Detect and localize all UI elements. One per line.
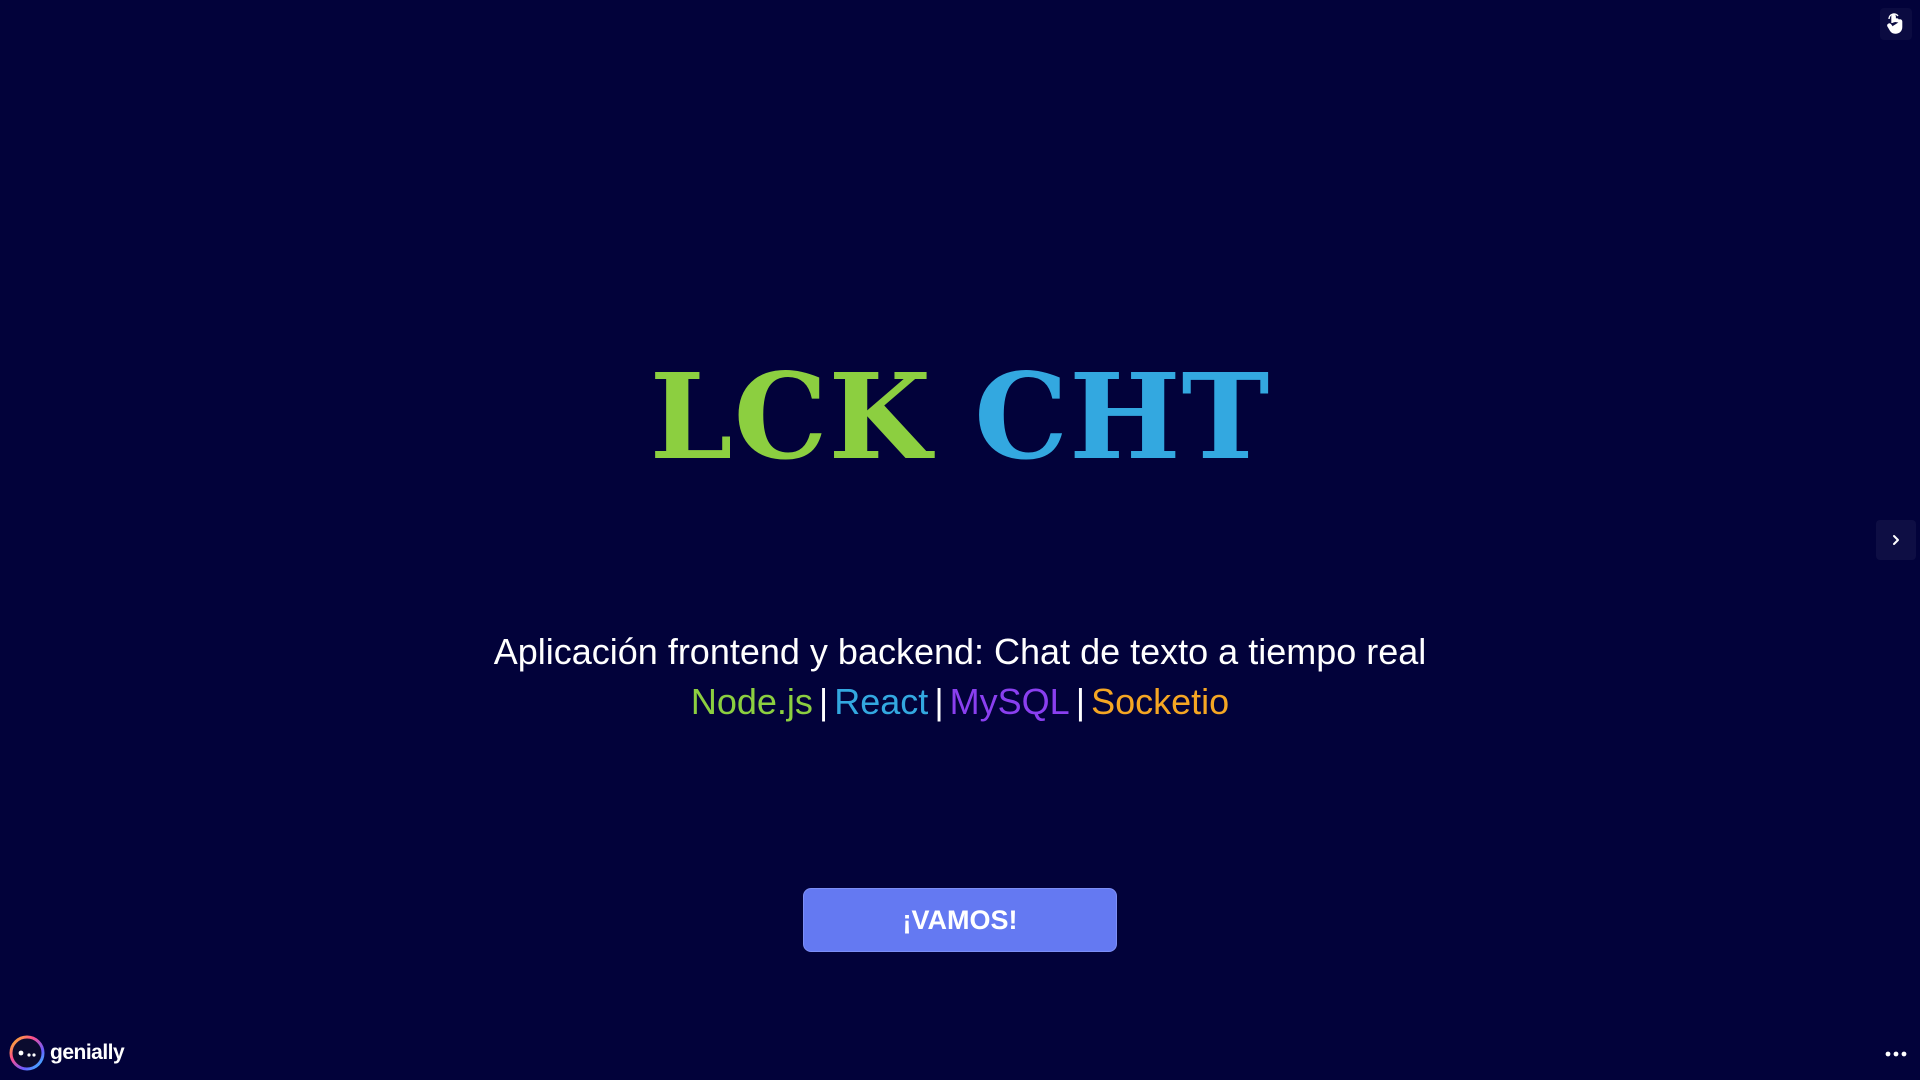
hand-pointer-icon	[1887, 13, 1903, 34]
tech-stack-line: Node.js | React | MySQL | Socketio	[0, 680, 1920, 724]
subtitle: Aplicación frontend y backend: Chat de t…	[493, 631, 1427, 672]
title-word-cht: CHT	[974, 347, 1271, 486]
genially-brand-link[interactable]: genially	[8, 1034, 125, 1072]
next-page-button[interactable]	[1876, 520, 1916, 560]
tech-react: React	[834, 681, 929, 722]
tech-socketio: Socketio	[1091, 681, 1230, 722]
interactivity-hand-button[interactable]	[1880, 8, 1912, 40]
vamos-button-label: ¡VAMOS!	[902, 904, 1018, 935]
more-options-button[interactable]	[1876, 1036, 1916, 1072]
vamos-button[interactable]: ¡VAMOS!	[803, 888, 1117, 952]
tech-mysql: MySQL	[949, 681, 1070, 722]
chevron-right-icon	[1893, 535, 1899, 545]
page-title: LCK CHT	[0, 352, 1920, 482]
genially-logo-icon	[9, 1035, 45, 1071]
tech-separator: |	[934, 681, 944, 722]
more-dots-icon	[1885, 1051, 1907, 1057]
tech-nodejs: Node.js	[690, 681, 813, 722]
tech-separator: |	[1075, 681, 1086, 722]
title-word-lck: LCK	[649, 347, 933, 486]
tech-separator: |	[818, 681, 829, 722]
genially-brand-name: genially	[50, 1041, 125, 1064]
